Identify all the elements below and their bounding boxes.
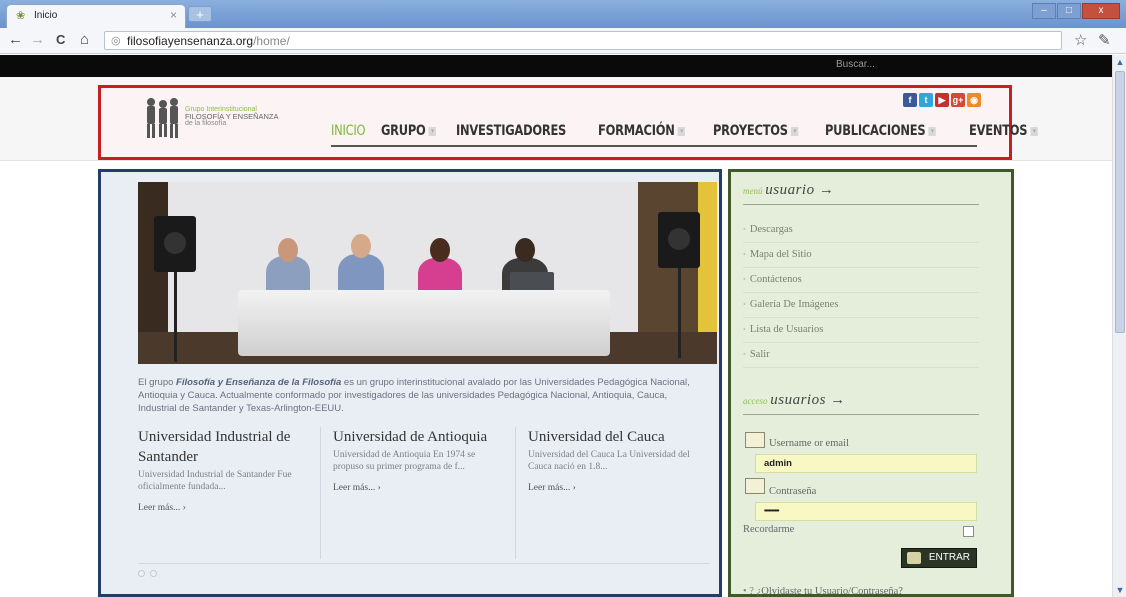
news-title[interactable]: Universidad de Antioquia [333,427,503,447]
password-label: Contraseña [769,486,817,497]
favicon-icon: ❀ [16,10,26,22]
slideshow-photo[interactable] [138,182,717,364]
home-icon[interactable]: ⌂ [80,31,89,49]
lock-icon [745,478,765,494]
minimize-button[interactable]: – [1032,3,1056,19]
news-excerpt: Universidad de Antioquia En 1974 se prop… [333,450,476,472]
scroll-thumb[interactable] [1115,71,1125,333]
nav-item-inicio[interactable]: INICIO [331,123,366,139]
browser-titlebar: ❀ Inicio × + – □ x [0,0,1126,28]
web-page: Buscar... Grupo Interinstitucional FILOS… [0,55,1112,597]
url-text: filosofiayensenanza.org/home/ [127,34,290,48]
user-menu: Descargas Mapa del Sitio Contáctenos Gal… [743,218,979,368]
dropdown-icon: ▾ [1030,126,1038,136]
intro-paragraph: El grupo Filosofía y Enseñanza de la Fil… [138,377,690,414]
news-item: Universidad de Antioquia Universidad de … [333,427,516,559]
nav-underline [331,145,977,147]
news-item: Universidad Industrial de Santander Univ… [138,427,321,559]
username-label: Username or email [769,438,849,449]
menu-item-usuarios[interactable]: Lista de Usuarios [743,318,979,343]
dropdown-icon: ▾ [928,126,937,136]
reload-icon[interactable]: C [56,31,65,49]
menu-item-contactenos[interactable]: Contáctenos [743,268,979,293]
pagination-dot[interactable] [138,570,145,577]
menu-heading: menú usuario → [743,182,835,198]
nav-item-eventos[interactable]: EVENTOS ▾ [969,123,1038,139]
address-bar[interactable]: ◎ filosofiayensenanza.org/home/ [104,31,1062,50]
youtube-icon[interactable]: ▶ [935,93,949,107]
menu-item-descargas[interactable]: Descargas [743,218,979,243]
bookmark-star-icon[interactable]: ☆ [1074,31,1087,49]
rss-icon[interactable]: ◉ [967,93,981,107]
scroll-down-icon[interactable]: ▼ [1113,583,1126,597]
logo-figures-icon[interactable] [141,96,183,140]
menu-item-mapa[interactable]: Mapa del Sitio [743,243,979,268]
news-columns: Universidad Industrial de Santander Univ… [138,427,710,559]
page-icon: ◎ [111,35,121,47]
new-tab-button[interactable]: + [188,6,212,22]
top-black-bar: Buscar... [0,55,1112,77]
dropdown-icon: ▾ [678,126,686,136]
site-header: Grupo Interinstitucional FILOSOFÍA Y ENS… [98,85,1038,160]
nav-item-formacion[interactable]: FORMACIÓN ▾ [598,123,686,139]
read-more-link[interactable]: Leer más... › [138,503,186,513]
tab-title: Inicio [34,10,58,21]
googleplus-icon[interactable]: g+ [951,93,965,107]
user-icon [745,432,765,448]
wrench-menu-icon[interactable]: ✎ [1098,31,1111,49]
forgot-password-link[interactable]: • ? ¿Olvidaste tu Usuario/Contraseña? [743,586,903,597]
news-excerpt: Universidad Industrial de Santander Fue … [138,470,292,492]
search-input[interactable]: Buscar... [836,59,875,70]
news-excerpt: Universidad del Cauca La Universidad del… [528,450,690,472]
menu-item-galeria[interactable]: Galería De Imágenes [743,293,979,318]
facebook-icon[interactable]: f [903,93,917,107]
tab-close-icon[interactable]: × [170,8,177,22]
forward-arrow-icon[interactable]: → [30,31,45,49]
access-heading: acceso usuarios → [743,392,846,408]
scroll-up-icon[interactable]: ▲ [1113,55,1126,69]
close-window-button[interactable]: x [1082,3,1120,19]
speaker-right [658,212,700,268]
remember-checkbox[interactable] [963,526,974,537]
news-item: Universidad del Cauca Universidad del Ca… [528,427,710,559]
remember-label: Recordarme [743,524,795,535]
browser-tab[interactable]: ❀ Inicio × [6,4,186,28]
pagination-dots [138,563,710,577]
read-more-link[interactable]: Leer más... › [333,483,381,493]
speaker-left [154,216,196,272]
nav-item-proyectos[interactable]: PROYECTOS ▾ [713,123,799,139]
main-nav: INICIO GRUPO ▾ INVESTIGADORES FORMACIÓN ▾ … [331,123,1061,139]
read-more-link[interactable]: Leer más... › [528,483,576,493]
nav-item-publicaciones[interactable]: PUBLICACIONES ▾ [825,123,937,139]
news-title[interactable]: Universidad del Cauca [528,427,698,447]
main-content: El grupo Filosofía y Enseñanza de la Fil… [98,169,722,597]
browser-toolbar: ← → C ⌂ ◎ filosofiayensenanza.org/home/ [0,28,1126,54]
social-icons: f t ▶ g+ ◉ [903,93,981,107]
nav-item-grupo[interactable]: GRUPO ▾ [381,123,437,139]
vertical-scrollbar[interactable]: ▲ ▼ [1112,55,1126,597]
maximize-button[interactable]: □ [1057,3,1081,19]
dropdown-icon: ▾ [428,126,437,136]
help-icon: • ? [743,586,754,597]
username-field[interactable]: admin [755,454,977,473]
logo-text[interactable]: Grupo Interinstitucional FILOSOFÍA Y ENS… [185,106,279,127]
users-icon [907,552,921,564]
window-controls: – □ x [1032,3,1120,19]
news-title[interactable]: Universidad Industrial de Santander [138,427,308,467]
dropdown-icon: ▾ [790,126,799,136]
back-arrow-icon[interactable]: ← [8,31,23,49]
menu-item-salir[interactable]: Salir [743,343,979,368]
sidebar: menú usuario → Descargas Mapa del Sitio … [728,169,1014,597]
nav-item-investigadores[interactable]: INVESTIGADORES [456,123,566,139]
twitter-icon[interactable]: t [919,93,933,107]
password-field[interactable]: •••••••••• [755,502,977,521]
login-button[interactable]: ENTRAR [901,548,977,568]
pagination-dot[interactable] [150,570,157,577]
